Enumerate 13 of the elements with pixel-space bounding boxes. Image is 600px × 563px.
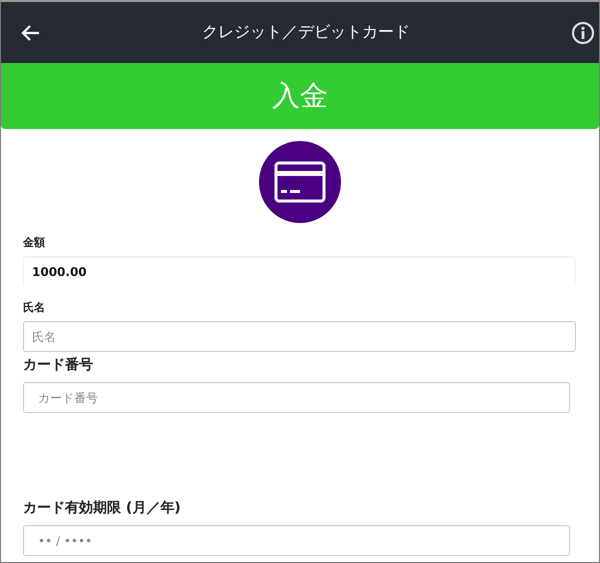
input-field[interactable]: 氏名 xyxy=(23,321,576,352)
input-field[interactable]: カード番号 xyxy=(23,382,570,413)
deposit-banner: 入金 xyxy=(1,63,599,129)
field-label: 氏名 xyxy=(23,300,46,315)
back-arrow-icon[interactable] xyxy=(21,22,41,42)
amount-field[interactable]: 1000.00 xyxy=(23,256,576,286)
header-title: クレジット／デビットカード xyxy=(202,22,410,43)
input-field[interactable]: •• / •••• xyxy=(23,525,570,556)
credit-card-icon xyxy=(259,141,341,223)
field-label: カード番号 xyxy=(23,356,94,374)
info-icon[interactable] xyxy=(571,20,595,44)
field-label: 金額 xyxy=(23,235,46,250)
field-label: カード有効期限 (月／年) xyxy=(23,499,182,517)
